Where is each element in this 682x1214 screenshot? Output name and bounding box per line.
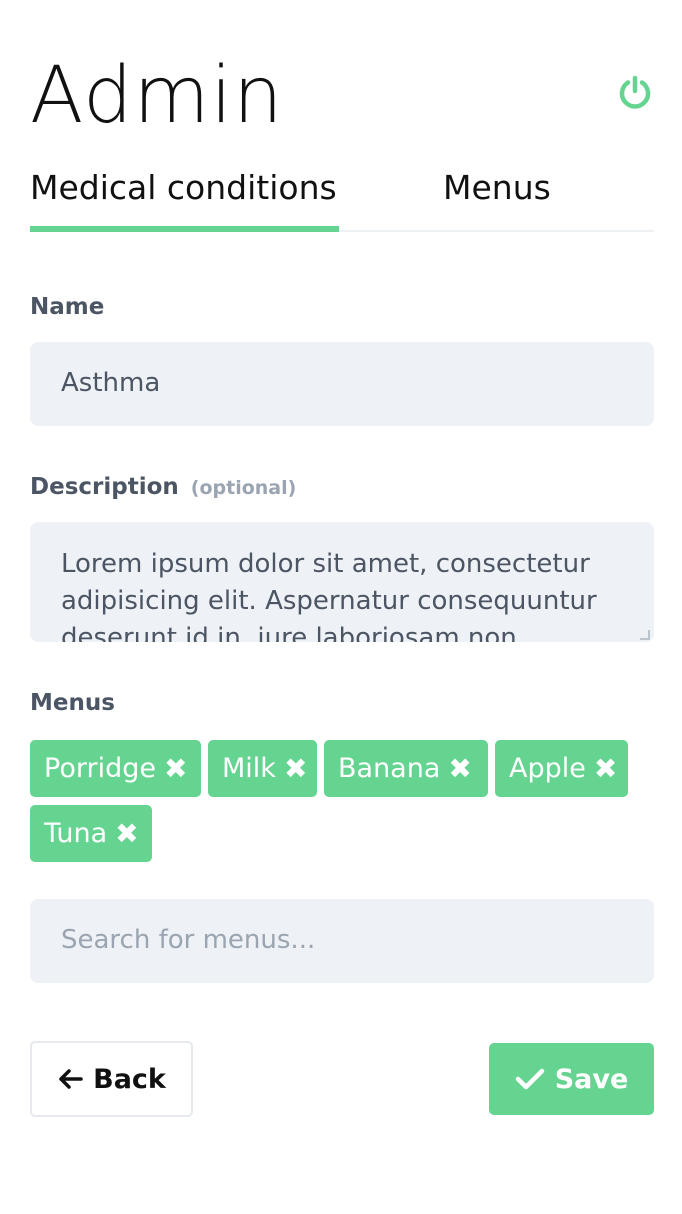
page-title: Admin [30,51,284,141]
optional-hint: (optional) [190,477,297,499]
tab-menus[interactable]: Menus [443,168,551,207]
close-icon[interactable]: ✖ [115,819,138,848]
menu-chip[interactable]: Apple ✖ [495,740,628,797]
active-tab-indicator [30,226,339,232]
description-label-text: Description [30,474,179,500]
save-label: Save [554,1063,629,1095]
description-field[interactable]: Lorem ipsum dolor sit amet, consectetur … [30,522,654,642]
menu-chip[interactable]: Milk ✖ [208,740,317,797]
chip-label: Tuna [44,818,108,849]
name-field[interactable]: Asthma [30,342,654,426]
search-placeholder: Search for menus... [61,925,316,955]
menu-chip[interactable]: Banana ✖ [324,740,488,797]
tab-medical-conditions[interactable]: Medical conditions [30,168,337,207]
chip-label: Apple [509,753,586,784]
menu-chip[interactable]: Tuna ✖ [30,805,152,862]
description-value: Lorem ipsum dolor sit amet, consectetur … [61,549,597,642]
description-label: Description (optional) [30,474,296,500]
resize-handle[interactable] [640,630,650,640]
header: Admin [30,48,654,144]
arrow-left-icon [59,1069,83,1089]
back-button[interactable]: Back [30,1041,193,1117]
save-button[interactable]: Save [489,1043,654,1115]
power-icon[interactable] [616,74,654,112]
back-label: Back [93,1063,166,1095]
chip-label: Milk [222,753,276,784]
tab-bar: Medical conditions Menus [30,160,654,232]
chip-label: Porridge [44,753,156,784]
menu-search-input[interactable]: Search for menus... [30,899,654,983]
menus-label: Menus [30,690,115,716]
close-icon[interactable]: ✖ [284,754,307,783]
close-icon[interactable]: ✖ [448,754,471,783]
name-label: Name [30,294,105,320]
close-icon[interactable]: ✖ [164,754,187,783]
chip-label: Banana [338,753,441,784]
close-icon[interactable]: ✖ [594,754,617,783]
name-value: Asthma [61,368,161,398]
menu-chip[interactable]: Porridge ✖ [30,740,201,797]
check-icon [515,1068,544,1090]
